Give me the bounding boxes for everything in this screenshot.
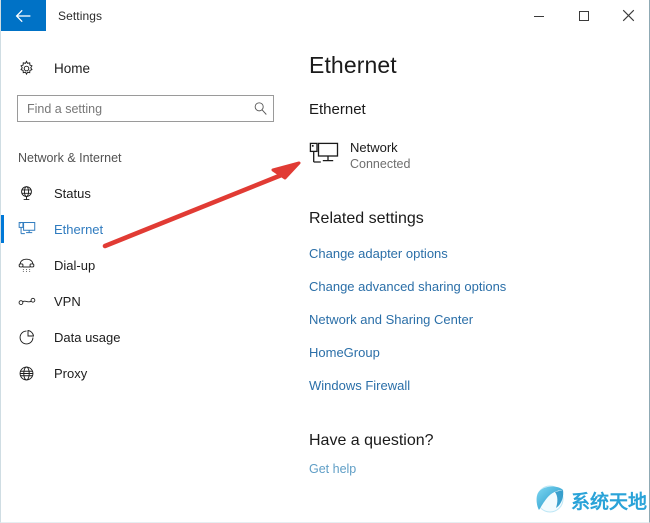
selection-accent-bar: [1, 179, 4, 207]
link-homegroup[interactable]: HomeGroup: [309, 345, 380, 360]
main-content: Ethernet Ethernet Network Connected Rela…: [298, 31, 649, 522]
link-windows-firewall[interactable]: Windows Firewall: [309, 378, 410, 393]
sidebar-nav-list: Status Ethernet Dial-up VPN Data usage P…: [1, 175, 298, 391]
window-title: Settings: [58, 8, 103, 23]
sidebar-item-ethernet-label: Ethernet: [54, 221, 104, 237]
close-icon: [622, 9, 635, 22]
selection-accent-bar: [1, 323, 4, 351]
minimize-icon: [533, 10, 545, 22]
link-change-adapter-options[interactable]: Change adapter options: [309, 246, 448, 261]
page-title: Ethernet: [309, 52, 397, 78]
globe-icon: [18, 365, 40, 382]
maximize-button[interactable]: [561, 0, 606, 31]
network-name: Network: [350, 140, 398, 155]
sidebar-item-data-usage[interactable]: Data usage: [1, 319, 298, 355]
gear-icon: [18, 59, 40, 77]
sidebar-item-status[interactable]: Status: [1, 175, 298, 211]
network-entry[interactable]: Network Connected: [309, 140, 649, 173]
sidebar-item-vpn[interactable]: VPN: [1, 283, 298, 319]
monitor-icon: [18, 221, 40, 237]
selection-accent-bar: [1, 251, 4, 279]
back-button[interactable]: [1, 0, 46, 31]
sidebar-item-proxy[interactable]: Proxy: [1, 355, 298, 391]
link-network-and-sharing-center[interactable]: Network and Sharing Center: [309, 312, 473, 327]
sidebar-item-dialup[interactable]: Dial-up: [1, 247, 298, 283]
search-box[interactable]: [17, 95, 274, 122]
pie-chart-icon: [18, 329, 40, 346]
selection-accent-bar: [1, 287, 4, 315]
settings-window: Settings Home Find a setting Network & I…: [0, 0, 650, 523]
related-settings-title: Related settings: [309, 210, 424, 227]
network-text: Network Connected: [350, 140, 410, 173]
search-icon[interactable]: [247, 101, 273, 116]
sidebar-item-proxy-label: Proxy: [54, 365, 88, 381]
sidebar-item-status-label: Status: [54, 185, 91, 201]
back-arrow-icon: [15, 9, 32, 23]
minimize-button[interactable]: [516, 0, 561, 31]
link-get-help[interactable]: Get help: [309, 462, 356, 476]
close-button[interactable]: [606, 0, 649, 31]
sidebar-item-vpn-label: VPN: [54, 293, 81, 309]
sidebar-item-home[interactable]: Home: [1, 53, 298, 83]
vpn-key-icon: [18, 295, 40, 308]
sidebar-item-dialup-label: Dial-up: [54, 257, 96, 273]
globe-stand-icon: [18, 185, 40, 202]
sidebar-item-home-label: Home: [54, 60, 91, 76]
search-input[interactable]: [18, 101, 247, 116]
selection-accent-bar: [1, 215, 4, 243]
phone-icon: [18, 258, 40, 273]
link-change-advanced-sharing-options[interactable]: Change advanced sharing options: [309, 279, 506, 294]
sidebar: Home Network & Internet: [1, 31, 298, 522]
network-status: Connected: [350, 157, 411, 171]
sidebar-section-label: Network & Internet: [18, 151, 122, 165]
window-controls: [516, 0, 649, 31]
section-title: Ethernet: [309, 101, 366, 118]
sidebar-item-data-usage-label: Data usage: [54, 329, 121, 345]
network-computer-icon: [309, 140, 345, 166]
selection-accent-bar: [1, 359, 4, 387]
title-bar: Settings: [1, 0, 649, 31]
have-a-question-title: Have a question?: [309, 432, 434, 449]
maximize-icon: [578, 10, 590, 22]
sidebar-item-ethernet[interactable]: Ethernet: [1, 211, 298, 247]
